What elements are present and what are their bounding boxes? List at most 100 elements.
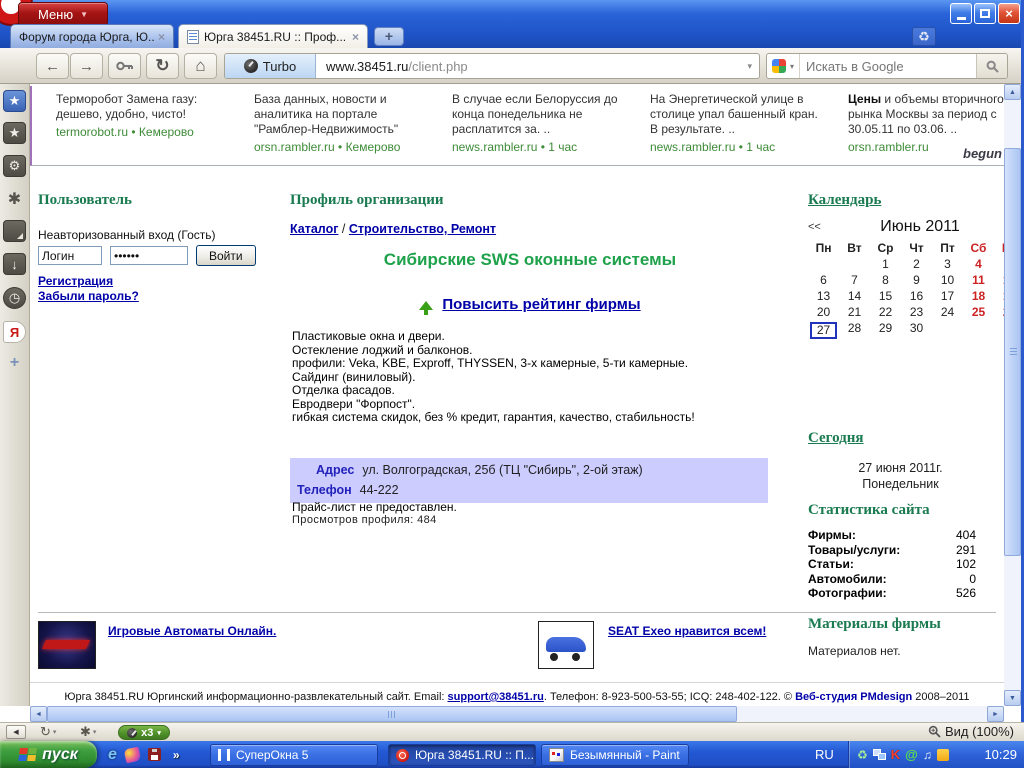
home-button[interactable]: ⌂ xyxy=(184,53,217,79)
calendar-week: 20212223242526 xyxy=(808,304,1004,320)
vertical-scrollbar[interactable]: ▲ ▼ xyxy=(1004,84,1021,706)
ad-link[interactable]: news.rambler.ru • 1 час xyxy=(452,140,624,155)
tray-network-icon[interactable] xyxy=(873,749,886,760)
opera-link-sync-icon[interactable]: ↻▾ xyxy=(40,724,56,740)
scroll-down-icon[interactable]: ▼ xyxy=(1004,690,1021,706)
phone-label: Телефон xyxy=(297,483,352,497)
address-dropdown-icon[interactable]: ▾ xyxy=(747,61,752,72)
minimize-button[interactable] xyxy=(950,3,972,24)
taskbar-button-paint[interactable]: Безымянный - Paint xyxy=(541,744,689,766)
tab-profile[interactable]: Юрга 38451.RU :: Проф... × xyxy=(178,24,368,48)
horizontal-scrollbar[interactable]: ◄ ► xyxy=(30,706,1004,722)
scroll-right-icon[interactable]: ► xyxy=(987,706,1004,722)
key-button[interactable] xyxy=(108,53,141,79)
opera-unite-icon[interactable]: ✱▾ xyxy=(80,724,96,740)
turbo-badge[interactable]: Turbo xyxy=(225,54,316,78)
footer-email-link[interactable]: support@38451.ru xyxy=(448,691,544,703)
browser-statusbar: ◀ ↻▾ ✱▾ x3 ▾ Вид (100%) xyxy=(0,722,1024,741)
start-button[interactable]: пуск xyxy=(0,741,97,768)
bookmarks-panel-icon[interactable]: ★ xyxy=(3,90,26,112)
tray-qip-icon[interactable] xyxy=(937,749,949,761)
unite-fan-icon[interactable]: ✱ xyxy=(3,188,26,210)
system-tray: ♻ K @ ♫ 10:29 xyxy=(848,741,1024,768)
reload-button[interactable]: ↻ xyxy=(146,53,179,79)
add-panel-icon[interactable]: + xyxy=(3,352,26,374)
url-text: www.38451.ru/client.php xyxy=(326,59,468,74)
search-engine-selector[interactable]: ▾ xyxy=(767,54,800,78)
tab-title: Юрга 38451.RU :: Проф... xyxy=(204,30,348,44)
calendar-today-cell[interactable]: 27 xyxy=(808,320,839,339)
login-input[interactable] xyxy=(38,246,102,265)
forgot-password-link[interactable]: Забыли пароль? xyxy=(38,289,284,304)
user-panel: Пользователь Неавторизованный вход (Гост… xyxy=(38,192,284,304)
bookmarks-icon[interactable]: ★ xyxy=(3,122,26,144)
windows-flag-icon xyxy=(18,748,37,762)
turbo-gauge-icon xyxy=(127,728,137,738)
tray-icq-icon[interactable]: @ xyxy=(905,749,918,761)
begun-logo[interactable]: begun xyxy=(963,146,1002,161)
breadcrumb-category-link[interactable]: Строительство, Ремонт xyxy=(349,222,496,236)
banner-image-seat[interactable] xyxy=(538,621,594,669)
breadcrumb-catalog-link[interactable]: Каталог xyxy=(290,222,338,236)
ad-link[interactable]: termorobot.ru • Кемерово xyxy=(56,125,228,140)
tab-forum[interactable]: Форум города Юрга, Ю... × xyxy=(10,24,174,48)
butterfly-icon[interactable] xyxy=(124,746,142,763)
calendar-prev-button[interactable]: << xyxy=(808,221,834,233)
today-link[interactable]: Сегодня xyxy=(808,430,864,447)
scroll-left-icon[interactable]: ◄ xyxy=(30,706,47,722)
forward-button[interactable]: → xyxy=(70,53,103,79)
downloads-icon[interactable]: ↓ xyxy=(3,253,26,275)
address-bar[interactable]: Turbo www.38451.ru/client.php ▾ xyxy=(224,53,760,79)
login-button[interactable]: Войти xyxy=(196,245,256,266)
new-tab-button[interactable]: + xyxy=(374,27,404,46)
tray-recycle-icon[interactable]: ♻ xyxy=(857,749,868,761)
tab-title: Форум города Юрга, Ю... xyxy=(19,30,154,44)
ad-item[interactable]: В случае если Белоруссия до конца понеде… xyxy=(452,92,624,165)
banner-image-slots[interactable] xyxy=(38,621,96,669)
zoom-control[interactable]: Вид (100%) xyxy=(928,724,1014,739)
close-button[interactable]: × xyxy=(998,3,1020,24)
language-indicator[interactable]: RU xyxy=(815,741,834,768)
opera-menu-button[interactable]: Меню ▼ xyxy=(18,2,108,26)
taskbar-button-opera[interactable]: Юрга 38451.RU :: П... xyxy=(388,744,536,766)
banner-link-seat[interactable]: SEAT Exeo нравится всем! xyxy=(608,624,766,638)
ie-icon[interactable]: e xyxy=(108,746,117,764)
register-link[interactable]: Регистрация xyxy=(38,274,284,289)
calendar-link[interactable]: Календарь xyxy=(808,192,1004,209)
calendar-month: Июнь 2011 xyxy=(834,218,1004,236)
search-go-button[interactable] xyxy=(976,54,1007,78)
quick-launch-overflow-icon[interactable]: » xyxy=(173,748,180,762)
ad-item[interactable]: База данных, новости и аналитика на порт… xyxy=(254,92,426,165)
tray-kaspersky-icon[interactable]: K xyxy=(891,749,900,761)
tab-close-icon[interactable]: × xyxy=(158,30,165,44)
tray-volume-icon[interactable]: ♫ xyxy=(923,749,932,761)
closed-tabs-trash-icon[interactable]: ♻ xyxy=(912,27,936,46)
search-input[interactable] xyxy=(800,59,976,74)
tab-close-icon[interactable]: × xyxy=(352,30,359,44)
turbo-toggle-button[interactable]: x3 ▾ xyxy=(118,725,170,740)
profile-views: Просмотров профиля: 484 xyxy=(292,514,437,526)
ad-link[interactable]: orsn.rambler.ru • Кемерово xyxy=(254,140,426,155)
desktop-screen: Меню ▼ × Форум города Юрга, Ю... × Юрга … xyxy=(0,0,1024,768)
password-input[interactable] xyxy=(110,246,188,265)
notes-icon[interactable] xyxy=(3,220,26,242)
widgets-gear-icon[interactable]: ⚙ xyxy=(3,155,26,177)
taskbar-clock[interactable]: 10:29 xyxy=(984,747,1017,762)
history-clock-icon[interactable]: ◷ xyxy=(3,287,26,309)
yandex-icon[interactable]: Я xyxy=(3,321,26,343)
back-button[interactable]: ← xyxy=(36,53,69,79)
panel-toggle-button[interactable]: ◀ xyxy=(6,725,26,739)
maximize-button[interactable] xyxy=(974,3,996,24)
ad-item[interactable]: На Энергетической улице в столице упал б… xyxy=(650,92,822,165)
ad-item[interactable]: Терморобот Замена газу: дешево, удобно, … xyxy=(56,92,228,165)
ad-link[interactable]: news.rambler.ru • 1 час xyxy=(650,140,822,155)
scroll-up-icon[interactable]: ▲ xyxy=(1004,84,1021,100)
vertical-scroll-thumb[interactable] xyxy=(1004,148,1021,556)
floppy-icon[interactable] xyxy=(148,748,161,761)
horizontal-scroll-thumb[interactable] xyxy=(47,706,737,722)
footer-studio-link[interactable]: Веб-студия PMdesign xyxy=(795,691,912,703)
banner-link-slots[interactable]: Игровые Автоматы Онлайн. xyxy=(108,624,276,638)
content-divider xyxy=(38,612,996,613)
taskbar-button-superokna[interactable]: СуперОкна 5 xyxy=(210,744,378,766)
raise-rating-link[interactable]: Повысить рейтинг фирмы xyxy=(442,296,640,313)
